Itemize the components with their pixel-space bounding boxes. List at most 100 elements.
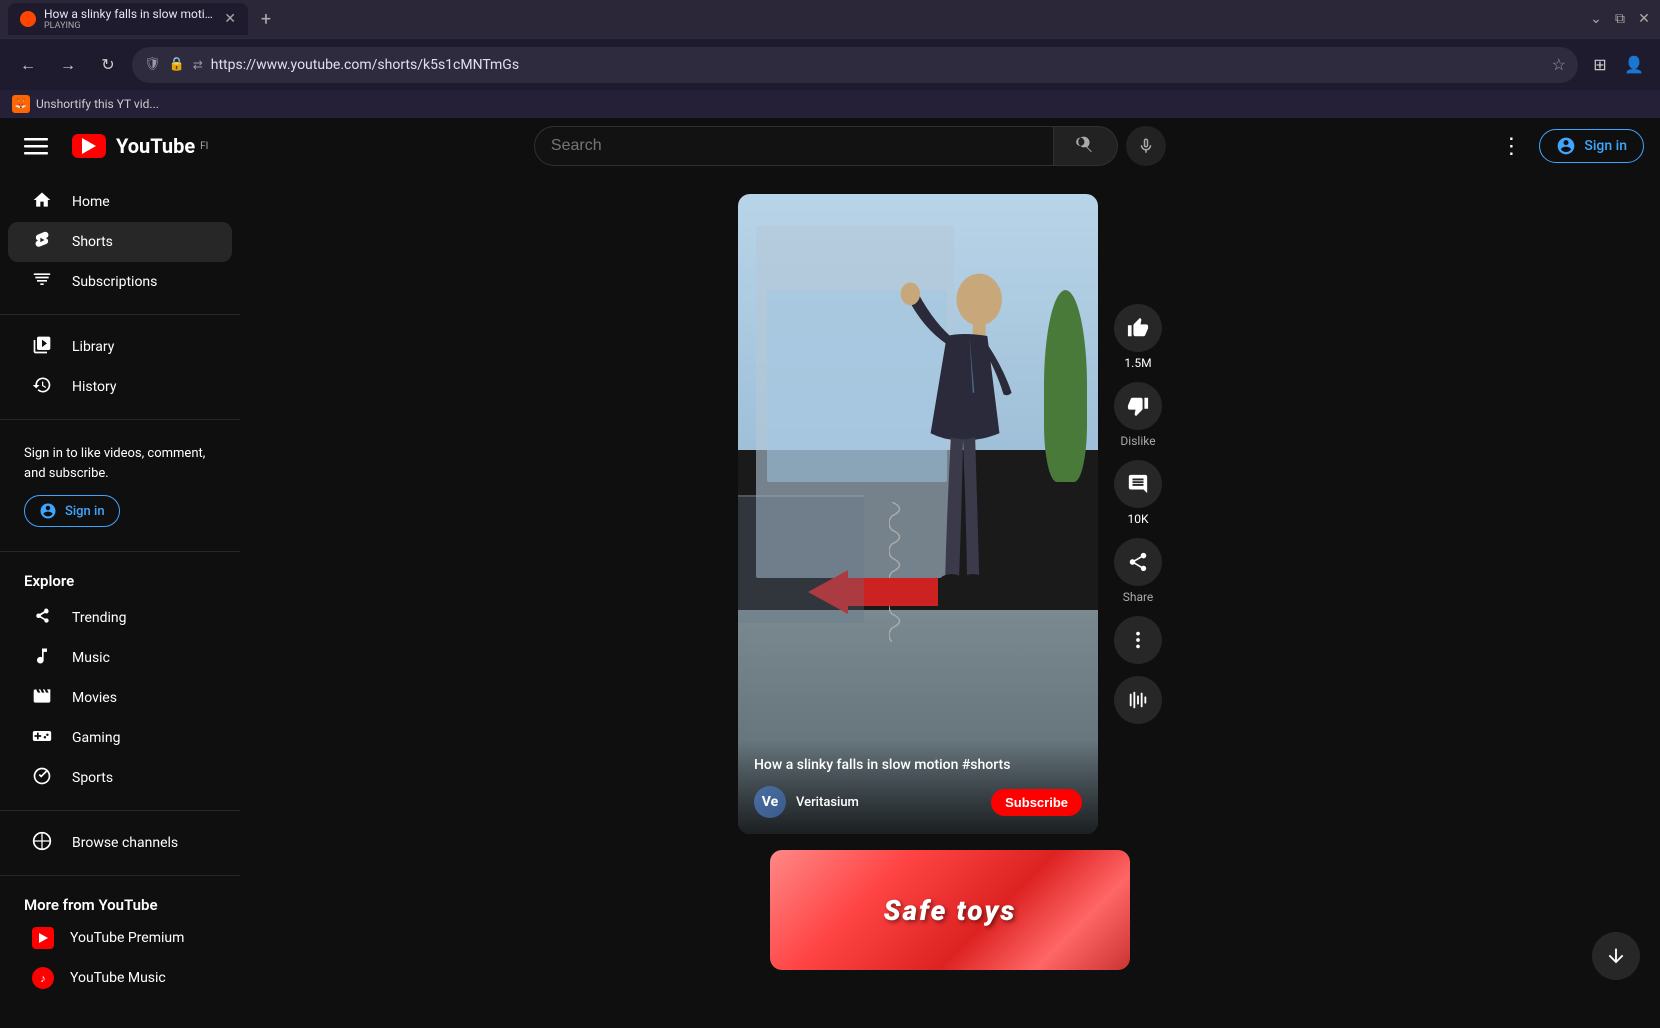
like-count: 1.5M (1124, 356, 1151, 370)
more-from-title: More from YouTube (0, 888, 240, 918)
sidebar-signin-label: Sign in (65, 504, 105, 519)
sidebar-item-music[interactable]: Music (8, 638, 232, 678)
tab-playing: PLAYING (44, 21, 216, 31)
like-button[interactable]: 1.5M (1114, 304, 1162, 370)
sidebar-item-sports[interactable]: Sports (8, 758, 232, 798)
short-overlay-bottom: How a slinky falls in slow motion #short… (738, 740, 1098, 834)
more-button[interactable] (1114, 616, 1162, 664)
browser-right-icons: ⊞ 👤 (1586, 51, 1648, 79)
firefox-icon: 🦊 (12, 95, 30, 113)
share-icon-circle (1114, 538, 1162, 586)
youtube-music-icon: ♪ (32, 967, 54, 989)
shield-icon: 🛡 (144, 57, 161, 72)
lock-icon: 🔒 (169, 57, 185, 72)
comment-count: 10K (1127, 512, 1148, 526)
minimize-button[interactable]: ⌄ (1588, 11, 1604, 27)
comments-icon-circle (1114, 460, 1162, 508)
short-player-wrapper: How a slinky falls in slow motion #short… (738, 194, 1162, 834)
restore-button[interactable]: ⧉ (1612, 11, 1628, 27)
short-video[interactable]: How a slinky falls in slow motion #short… (738, 194, 1098, 834)
sidebar-item-youtube-music[interactable]: ♪ YouTube Music (8, 958, 232, 998)
sign-in-label: Sign in (1584, 138, 1627, 154)
sidebar-label-browse-channels: Browse channels (72, 835, 178, 851)
shorts-icon (32, 230, 52, 255)
extension-bar: 🦊 Unshortify this YT vid... (0, 90, 1660, 118)
sidebar-item-movies[interactable]: Movies (8, 678, 232, 718)
share-icon: ⇄ (193, 58, 203, 72)
youtube-main: Home Shorts Subscriptions Library (0, 174, 1660, 1028)
search-bar[interactable] (534, 126, 1054, 166)
sidebar-item-trending[interactable]: Trending (8, 598, 232, 638)
sidebar-item-home[interactable]: Home (8, 182, 232, 222)
sidebar-item-library[interactable]: Library (8, 327, 232, 367)
extension-text[interactable]: Unshortify this YT vid... (36, 97, 159, 111)
sidebar-item-gaming[interactable]: Gaming (8, 718, 232, 758)
shorts-actions: 1.5M Dislike (1114, 304, 1162, 724)
sidebar-label-home: Home (72, 194, 110, 210)
sidebar-label-sports: Sports (72, 770, 113, 786)
tab-favicon (20, 11, 36, 27)
sidebar-item-subscriptions[interactable]: Subscriptions (8, 262, 232, 302)
music-button[interactable] (1114, 676, 1162, 724)
scene-tree (1044, 290, 1087, 482)
sidebar-label-library: Library (72, 339, 114, 355)
sidebar-item-history[interactable]: History (8, 367, 232, 407)
youtube-logo[interactable]: YouTube FI (72, 134, 208, 158)
channel-initials: Ve (762, 794, 778, 810)
next-short-preview[interactable]: Safe toys (770, 850, 1130, 970)
browser-toolbar: ← → ↻ 🛡 🔒 ⇄ https://www.youtube.com/shor… (0, 38, 1660, 90)
address-bar[interactable]: 🛡 🔒 ⇄ https://www.youtube.com/shorts/k5s… (132, 47, 1578, 83)
sidebar-item-browse-channels[interactable]: Browse channels (8, 823, 232, 863)
library-icon (32, 335, 52, 360)
sidebar-signin-box: Sign in to like videos, comment, and sub… (0, 432, 240, 539)
tab-close-button[interactable]: ✕ (224, 11, 236, 27)
window-controls: ⌄ ⧉ ✕ (1588, 11, 1652, 27)
stairs-detail (738, 495, 864, 623)
sidebar-label-youtube-premium: YouTube Premium (70, 930, 184, 946)
dislike-button[interactable]: Dislike (1114, 382, 1162, 448)
search-button[interactable] (1054, 126, 1118, 166)
bookmark-icon[interactable]: ☆ (1552, 55, 1566, 74)
sidebar-label-youtube-music: YouTube Music (70, 970, 166, 986)
sidebar-item-shorts[interactable]: Shorts (8, 222, 232, 262)
youtube-logo-icon (72, 134, 106, 158)
like-icon-circle (1114, 304, 1162, 352)
short-channel: Ve Veritasium Subscribe (754, 786, 1082, 818)
menu-button[interactable] (16, 126, 56, 166)
music-icon (32, 646, 52, 671)
channel-avatar: Ve (754, 786, 786, 818)
back-button[interactable]: ← (12, 49, 44, 81)
subscribe-button[interactable]: Subscribe (991, 789, 1082, 816)
voice-search-button[interactable] (1126, 126, 1166, 166)
next-preview-text: Safe toys (770, 850, 1130, 970)
close-button[interactable]: ✕ (1636, 11, 1652, 27)
sidebar-label-movies: Movies (72, 690, 117, 706)
reload-button[interactable]: ↻ (92, 49, 124, 81)
youtube-header: YouTube FI ⋮ (0, 118, 1660, 174)
music-icon-circle (1114, 676, 1162, 724)
youtube-logo-text: YouTube (116, 134, 195, 158)
search-input[interactable] (551, 137, 1037, 155)
forward-button[interactable]: → (52, 49, 84, 81)
browser-chrome: How a slinky falls in slow motio... PLAY… (0, 0, 1660, 90)
gaming-icon (32, 726, 52, 751)
shorts-container: How a slinky falls in slow motion #short… (738, 194, 1162, 970)
trending-icon (32, 606, 52, 631)
more-icon-circle (1114, 616, 1162, 664)
sidebar-item-youtube-premium[interactable]: YouTube Premium (8, 918, 232, 958)
browser-titlebar: How a slinky falls in slow motio... PLAY… (0, 0, 1660, 38)
profile-icon[interactable]: 👤 (1620, 51, 1648, 79)
new-tab-button[interactable]: + (252, 5, 280, 33)
dislike-icon-circle (1114, 382, 1162, 430)
browser-tab[interactable]: How a slinky falls in slow motio... PLAY… (8, 3, 248, 35)
sign-in-button[interactable]: Sign in (1539, 129, 1644, 163)
sidebar-divider-3 (0, 551, 240, 552)
comments-button[interactable]: 10K (1114, 460, 1162, 526)
extensions-icon[interactable]: ⊞ (1586, 51, 1614, 79)
sidebar-label-gaming: Gaming (72, 730, 120, 746)
share-button[interactable]: Share (1114, 538, 1162, 604)
sidebar-signin-button[interactable]: Sign in (24, 495, 120, 527)
more-options-button[interactable]: ⋮ (1491, 126, 1531, 166)
sidebar-divider-5 (0, 875, 240, 876)
scroll-down-button[interactable] (1592, 932, 1640, 980)
